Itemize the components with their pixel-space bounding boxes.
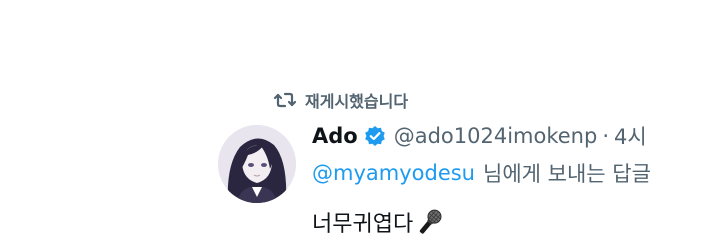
display-name[interactable]: Ado bbox=[312, 124, 358, 148]
tweet-header: Ado @ado1024imokenp · 4시 bbox=[312, 120, 712, 152]
tweet-text: 너무귀엽다 bbox=[312, 212, 414, 237]
retweet-indicator[interactable]: 재게시했습니다 bbox=[274, 88, 408, 112]
timestamp[interactable]: 4시 bbox=[614, 121, 647, 151]
separator-dot: · bbox=[602, 124, 610, 148]
tweet-content: Ado @ado1024imokenp · 4시 @myamyodesu 님에게… bbox=[312, 120, 712, 239]
verified-badge-icon bbox=[364, 125, 386, 147]
user-handle[interactable]: @ado1024imokenp bbox=[394, 124, 598, 148]
retweet-icon bbox=[274, 90, 296, 110]
tweet-body: 너무귀엽다 bbox=[312, 205, 712, 239]
reply-context-label: 님에게 보내는 답글 bbox=[483, 162, 651, 186]
mention-link[interactable]: @myamyodesu bbox=[312, 161, 475, 185]
avatar[interactable] bbox=[218, 125, 296, 203]
reply-context: @myamyodesu 님에게 보내는 답글 bbox=[312, 157, 712, 189]
retweet-label: 재게시했습니다 bbox=[305, 92, 409, 111]
tweet-card[interactable]: 재게시했습니다 Ado @ado1024imokenp · 4시 @myamyo… bbox=[0, 0, 721, 240]
microphone-icon bbox=[415, 207, 445, 237]
